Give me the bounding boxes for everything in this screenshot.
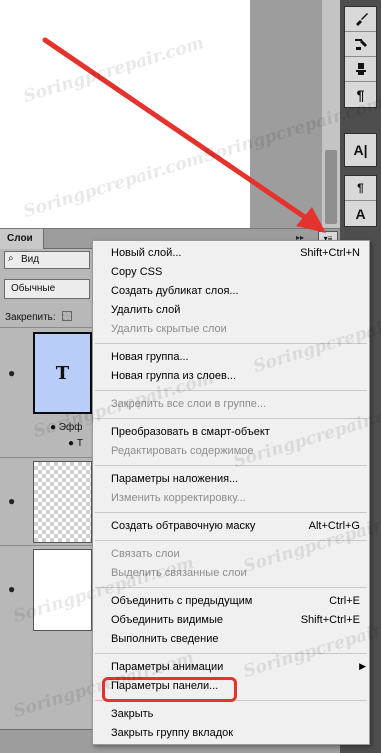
menu-item-shortcut: Shift+Ctrl+N bbox=[300, 247, 360, 259]
layer-row[interactable]: ● bbox=[0, 457, 92, 545]
effect-label: Т bbox=[76, 438, 83, 449]
menu-item-new-group-from-layers[interactable]: Новая группа из слоев... bbox=[111, 370, 366, 387]
tool-group-brushes: ¶ bbox=[344, 6, 377, 108]
layer-thumbnail bbox=[33, 461, 92, 543]
menu-item-blending-options[interactable]: Параметры наложения... bbox=[111, 473, 366, 490]
tab-layers[interactable]: Слои bbox=[0, 229, 44, 249]
document-canvas[interactable] bbox=[0, 0, 250, 228]
brush-icon[interactable] bbox=[345, 7, 376, 32]
menu-item-duplicate-layer[interactable]: Создать дубликат слоя... bbox=[111, 285, 366, 302]
blend-mode-select[interactable]: Обычные bbox=[4, 279, 90, 299]
menu-item-label: Создать обтравочную маску bbox=[111, 520, 256, 532]
menu-item-delete-layer[interactable]: Удалить слой bbox=[111, 304, 366, 321]
eye-icon[interactable]: ● bbox=[8, 494, 22, 508]
menu-item-label: Новый слой... bbox=[111, 247, 182, 259]
paragraph-styles-icon[interactable]: ¶ bbox=[345, 176, 376, 201]
lock-label: Закрепить: bbox=[5, 312, 56, 323]
menu-item-merge-visible[interactable]: Объединить видимые Shift+Ctrl+E bbox=[111, 614, 366, 631]
layer-filter-label: Вид bbox=[21, 254, 40, 265]
character-icon[interactable]: A| bbox=[345, 134, 376, 166]
menu-item-copy-css[interactable]: Copy CSS bbox=[111, 266, 366, 283]
menu-item-new-layer[interactable]: Новый слой... Shift+Ctrl+N bbox=[111, 247, 366, 264]
search-icon: ⌕ bbox=[8, 253, 14, 264]
brush-presets-icon[interactable] bbox=[345, 32, 376, 57]
menu-item-close-tab-group[interactable]: Закрыть группу вкладок bbox=[111, 727, 366, 744]
menu-item-edit-adjustment[interactable]: Изменить корректировку... bbox=[111, 492, 366, 509]
menu-item-label: Объединить с предыдущим bbox=[111, 595, 253, 607]
menu-item-close[interactable]: Закрыть bbox=[111, 708, 366, 725]
eye-icon[interactable]: ● bbox=[8, 582, 22, 596]
menu-item-merge-down[interactable]: Объединить с предыдущим Ctrl+E bbox=[111, 595, 366, 612]
layer-filter-select[interactable]: ⌕ Вид bbox=[4, 251, 90, 269]
lock-transparent-pixels-icon[interactable] bbox=[61, 311, 72, 321]
menu-item-shortcut: Ctrl+E bbox=[329, 595, 360, 607]
character-styles-icon[interactable]: A bbox=[345, 201, 376, 226]
tool-group-character: A| bbox=[344, 133, 377, 167]
effect-row[interactable]: ● Т bbox=[68, 438, 83, 449]
menu-separator bbox=[95, 512, 367, 513]
eye-icon[interactable]: ● bbox=[68, 438, 77, 449]
scrollbar-thumb[interactable] bbox=[325, 150, 337, 224]
clone-source-icon[interactable] bbox=[345, 57, 376, 82]
layer-thumbnail: T bbox=[33, 332, 92, 414]
submenu-arrow-icon: ▶ bbox=[359, 661, 366, 671]
tool-group-styles: ¶ A bbox=[344, 175, 377, 227]
lock-row: Закрепить: bbox=[5, 311, 72, 323]
eye-icon[interactable]: ● bbox=[8, 366, 22, 380]
menu-item-shortcut: Shift+Ctrl+E bbox=[300, 614, 360, 626]
menu-separator bbox=[95, 465, 367, 466]
menu-separator bbox=[95, 418, 367, 419]
menu-item-label: Объединить видимые bbox=[111, 614, 223, 626]
